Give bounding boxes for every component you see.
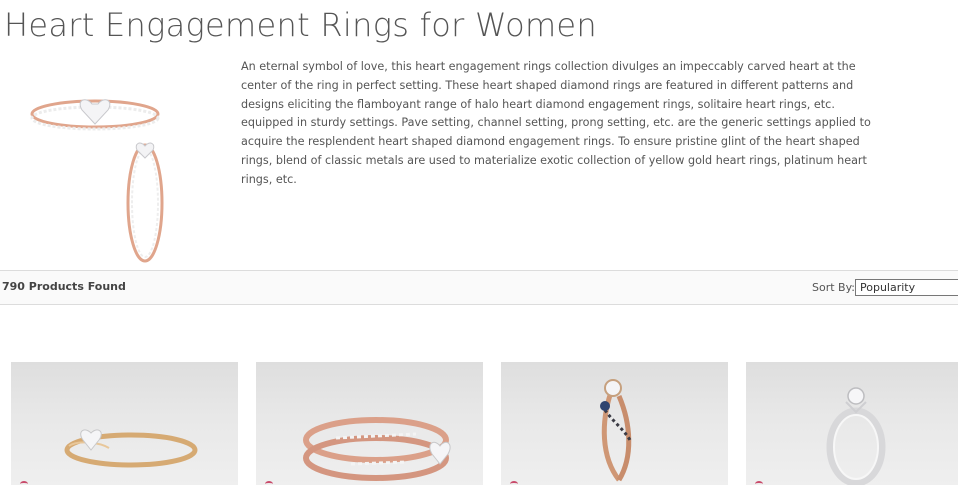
hero-ring-image	[30, 92, 170, 267]
product-badge-icon	[265, 481, 273, 485]
product-card-2[interactable]	[256, 362, 483, 485]
results-toolbar: 790 Products Found Sort By: Popularity	[0, 270, 958, 305]
sort-label: Sort By:	[812, 281, 856, 294]
products-count: 790 Products Found	[2, 280, 126, 293]
product-image	[826, 387, 886, 485]
sort-select[interactable]: Popularity	[855, 279, 958, 296]
product-image	[600, 379, 633, 482]
product-card-4[interactable]	[746, 362, 958, 485]
product-image	[303, 417, 451, 481]
product-card-1[interactable]	[11, 362, 238, 485]
product-badge-icon	[755, 481, 763, 485]
product-badge-icon	[510, 481, 518, 485]
product-image	[64, 429, 198, 468]
page-title: Heart Engagement Rings for Women	[4, 6, 598, 44]
product-card-3[interactable]	[501, 362, 728, 485]
ring-illustration	[30, 99, 164, 263]
product-badge-icon	[20, 481, 28, 485]
collection-description: An eternal symbol of love, this heart en…	[241, 60, 871, 186]
